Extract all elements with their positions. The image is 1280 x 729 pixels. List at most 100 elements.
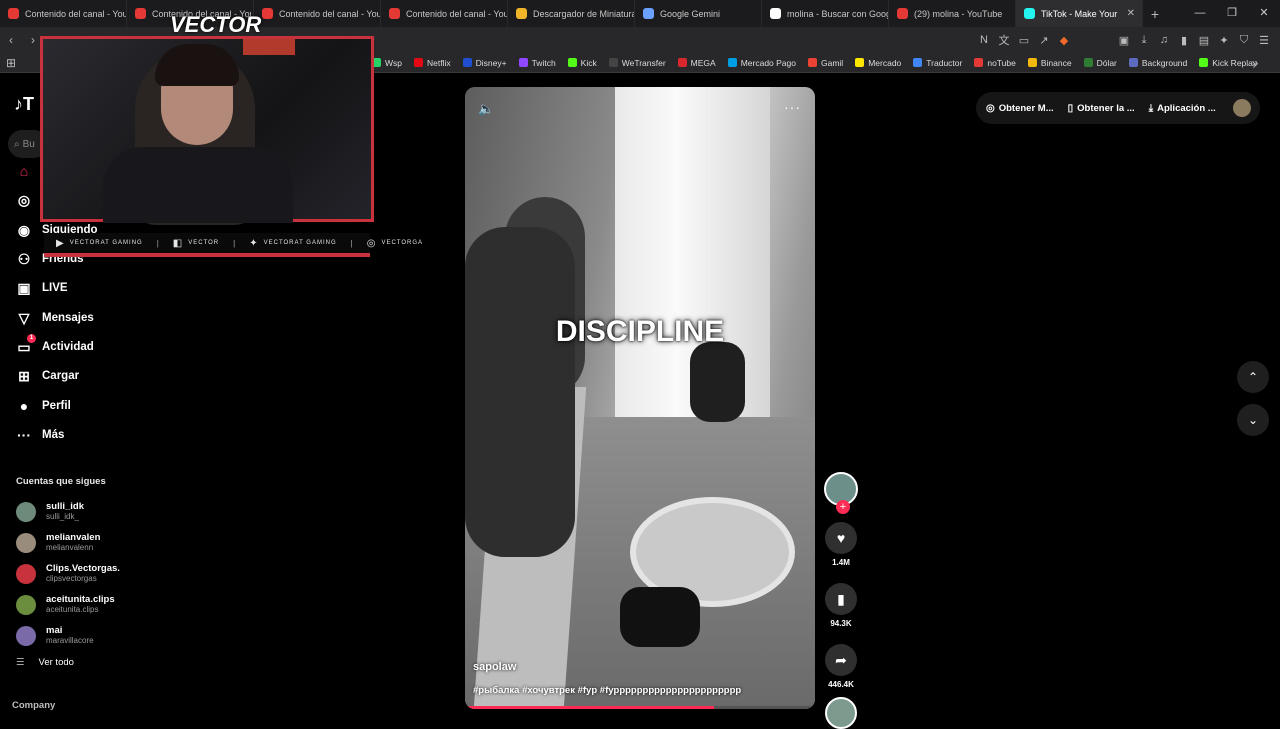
bookmark-item[interactable]: Netflix [414,58,451,68]
see-all-link[interactable]: ☰ Ver todo [16,657,74,668]
brave-shield-icon[interactable]: ◆ [1054,34,1074,47]
desktop-app-button[interactable]: ⤓ Aplicación ... [1149,103,1216,114]
minimize-icon[interactable]: — [1184,0,1216,27]
company-link[interactable]: Company [12,700,55,711]
search-placeholder: Bu [22,138,35,150]
restore-icon[interactable]: ❐ [1216,0,1248,27]
translate-icon[interactable]: 文 [994,32,1014,48]
vpn-icon[interactable]: ⛉ [1234,34,1254,47]
bookmark-item[interactable]: MEGA [677,58,716,68]
bookmark-item[interactable]: Binance [1027,57,1072,68]
sidebar-item-actividad[interactable]: ▭ 1 Actividad [14,334,94,357]
search-icon: ⌕ [14,138,20,150]
browser-tab[interactable]: TikTok - Make Your ✕ [1016,0,1143,27]
user-avatar[interactable] [1233,99,1251,117]
previous-video-button[interactable]: ⌃ [1237,361,1269,393]
browser-tab[interactable]: Contenido del canal - You [381,0,508,27]
bookmark-label: Twitch [531,57,556,68]
instagram-icon: ◎ [366,237,377,249]
sidebar-item-mensajes[interactable]: ▽ Mensajes [14,308,94,328]
sidebar-item-live[interactable]: ▣ LIVE [14,278,67,298]
video-player[interactable]: DISCIPLINE 🔈 ··· sapolaw #рыбалка #хочув… [465,87,815,709]
bookmark-item[interactable]: Mercado [855,58,901,68]
get-coins-button[interactable]: ◎ Obtener M... [986,103,1054,114]
next-video-button[interactable]: ⌄ [1237,404,1269,436]
followed-account[interactable]: melianvalen melianvalenn [16,532,100,553]
ai-icon[interactable]: ✦ [1214,34,1234,47]
bookmark-item[interactable]: Gamil [808,58,843,68]
bookmark-item[interactable]: Traductor [913,58,962,68]
browser-tab[interactable]: Contenido del canal - You [0,0,127,27]
download-icon[interactable]: ⤓ [1134,34,1154,47]
bookmark-item[interactable]: Twitch [518,57,556,68]
sidebar-item-más[interactable]: ··· Más [14,425,64,445]
wallet-icon[interactable]: ▤ [1194,34,1214,47]
menu-icon[interactable]: ☰ [1254,34,1274,47]
browser-tab[interactable]: (29) molina - YouTube [889,0,1016,27]
bookmark-item[interactable]: Mercado Pago [727,58,796,68]
apps-grid-icon[interactable]: ⊞ [0,56,22,70]
browser-tab[interactable]: Google Gemini [635,0,762,27]
tab-favicon-icon [8,8,19,19]
bookmark-item[interactable]: Kick [567,58,597,68]
bookmark-item[interactable]: Dólar [1083,58,1117,68]
video-progress-bar[interactable] [465,706,815,709]
more-icon: ··· [17,427,31,443]
get-app-button[interactable]: ▯ Obtener la ... [1068,103,1135,114]
bookmark-item[interactable]: Disney+ [462,58,507,68]
social-link: ▶ VECTORAT GAMING [56,238,143,249]
video-hashtags[interactable]: #рыбалка #хочувтрек #fyp #fypppppppppppp… [473,685,741,696]
followed-account[interactable]: Clips.Vectorgas. clipsvectorgas [16,563,120,584]
screenshot-icon[interactable]: ▣ [1114,34,1134,47]
video-author[interactable]: sapolaw [473,661,516,673]
share-button[interactable]: ➦ [825,644,857,676]
browser-tab[interactable]: Descargador de Miniatura [508,0,635,27]
cast-icon[interactable]: ▭ [1014,34,1034,47]
creator-avatar[interactable]: + [824,472,858,514]
close-tab-icon[interactable]: ✕ [1127,8,1135,19]
sidebar-item-label: Mensajes [42,312,94,324]
bookmark-favicon-icon [414,58,423,67]
follow-plus-icon[interactable]: + [836,500,850,514]
bookmark-item[interactable]: WeTransfer [608,58,666,68]
social-label: VECTORAT GAMING [69,240,143,246]
account-handle: sulli_idk_ [46,512,79,521]
sidebar-toggle-icon[interactable]: ▮ [1174,34,1194,47]
video-more-icon[interactable]: ··· [784,99,801,115]
bookmark-label: Binance [1040,57,1072,68]
bookmark-item[interactable]: Background [1128,58,1187,68]
social-link: ◧ VECTOR [173,238,219,249]
tab-favicon-icon [516,8,527,19]
avatar [16,625,36,646]
followed-account[interactable]: mai maravillacore [16,625,94,646]
close-window-icon[interactable]: ✕ [1248,0,1280,27]
live-icon: ▣ [17,279,31,296]
sidebar-item-perfil[interactable]: ● Perfil [14,396,71,416]
browser-tab[interactable]: molina - Buscar con Goog [762,0,889,27]
music-disc-avatar[interactable] [825,697,857,729]
browser-tab[interactable]: Contenido del canal - You [254,0,381,27]
back-icon[interactable]: ‹ [0,33,22,47]
tab-favicon-icon [135,8,146,19]
notification-badge: 1 [27,334,36,343]
sidebar-item-cargar[interactable]: ⊞ Cargar [14,366,79,386]
save-button[interactable]: ▮ [825,583,857,615]
sidebar-item-home[interactable]: ⌂ [14,161,42,181]
followed-account[interactable]: sulli_idk sulli_idk_ [16,501,84,522]
reader-icon[interactable]: N [974,34,994,46]
music-icon[interactable]: ♫ [1154,34,1174,46]
sidebar-item-compass[interactable]: ◎ [14,190,42,210]
tab-label: molina - Buscar con Goog [787,8,889,19]
bookmark-favicon-icon [913,58,923,67]
share-icon[interactable]: ↗ [1034,34,1054,47]
bookmark-item[interactable]: Wsp [372,58,402,68]
sound-icon[interactable]: 🔈 [478,101,494,117]
bookmark-item[interactable]: noTube [974,58,1016,68]
tiktok-logo[interactable]: ♪T [14,94,34,115]
new-tab-button[interactable]: + [1143,6,1167,22]
more-bookmarks-icon[interactable]: » [1244,56,1266,70]
followed-account[interactable]: aceitunita.clips aceitunita.clips [16,594,115,615]
download-app-icon: ⤓ [1148,102,1154,114]
activity-icon: ▭ 1 [14,334,36,357]
like-button[interactable]: ♥ [825,522,857,554]
